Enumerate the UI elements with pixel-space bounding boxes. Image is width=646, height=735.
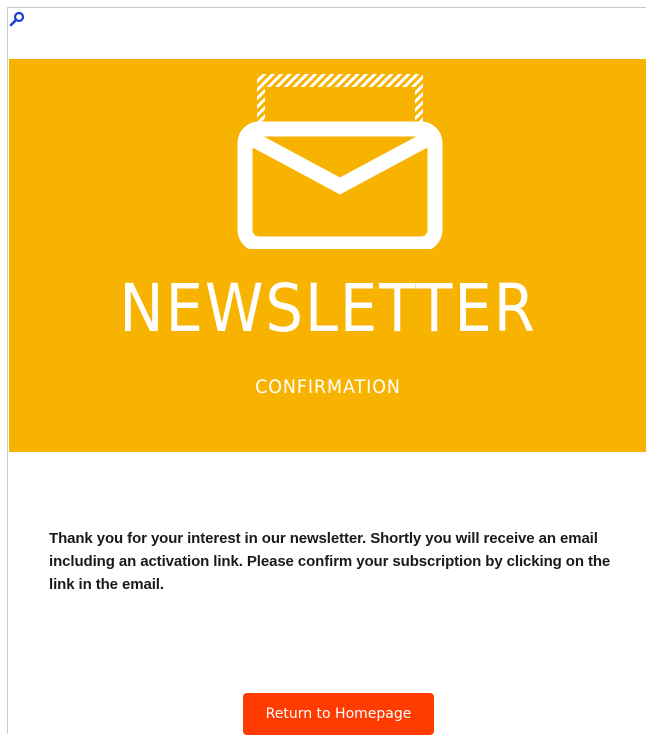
banner-subtitle: CONFIRMATION (255, 376, 401, 398)
confirmation-message: Thank you for your interest in our newsl… (49, 530, 611, 593)
magnifier-icon[interactable] (9, 11, 25, 27)
return-to-homepage-button[interactable]: Return to Homepage (243, 693, 434, 735)
page-frame: NEWSLETTER CONFIRMATION Thank you for yo… (7, 7, 646, 735)
newsletter-banner: NEWSLETTER CONFIRMATION (9, 59, 646, 452)
envelope-icon (237, 73, 443, 252)
banner-title: NEWSLETTER (119, 270, 537, 347)
